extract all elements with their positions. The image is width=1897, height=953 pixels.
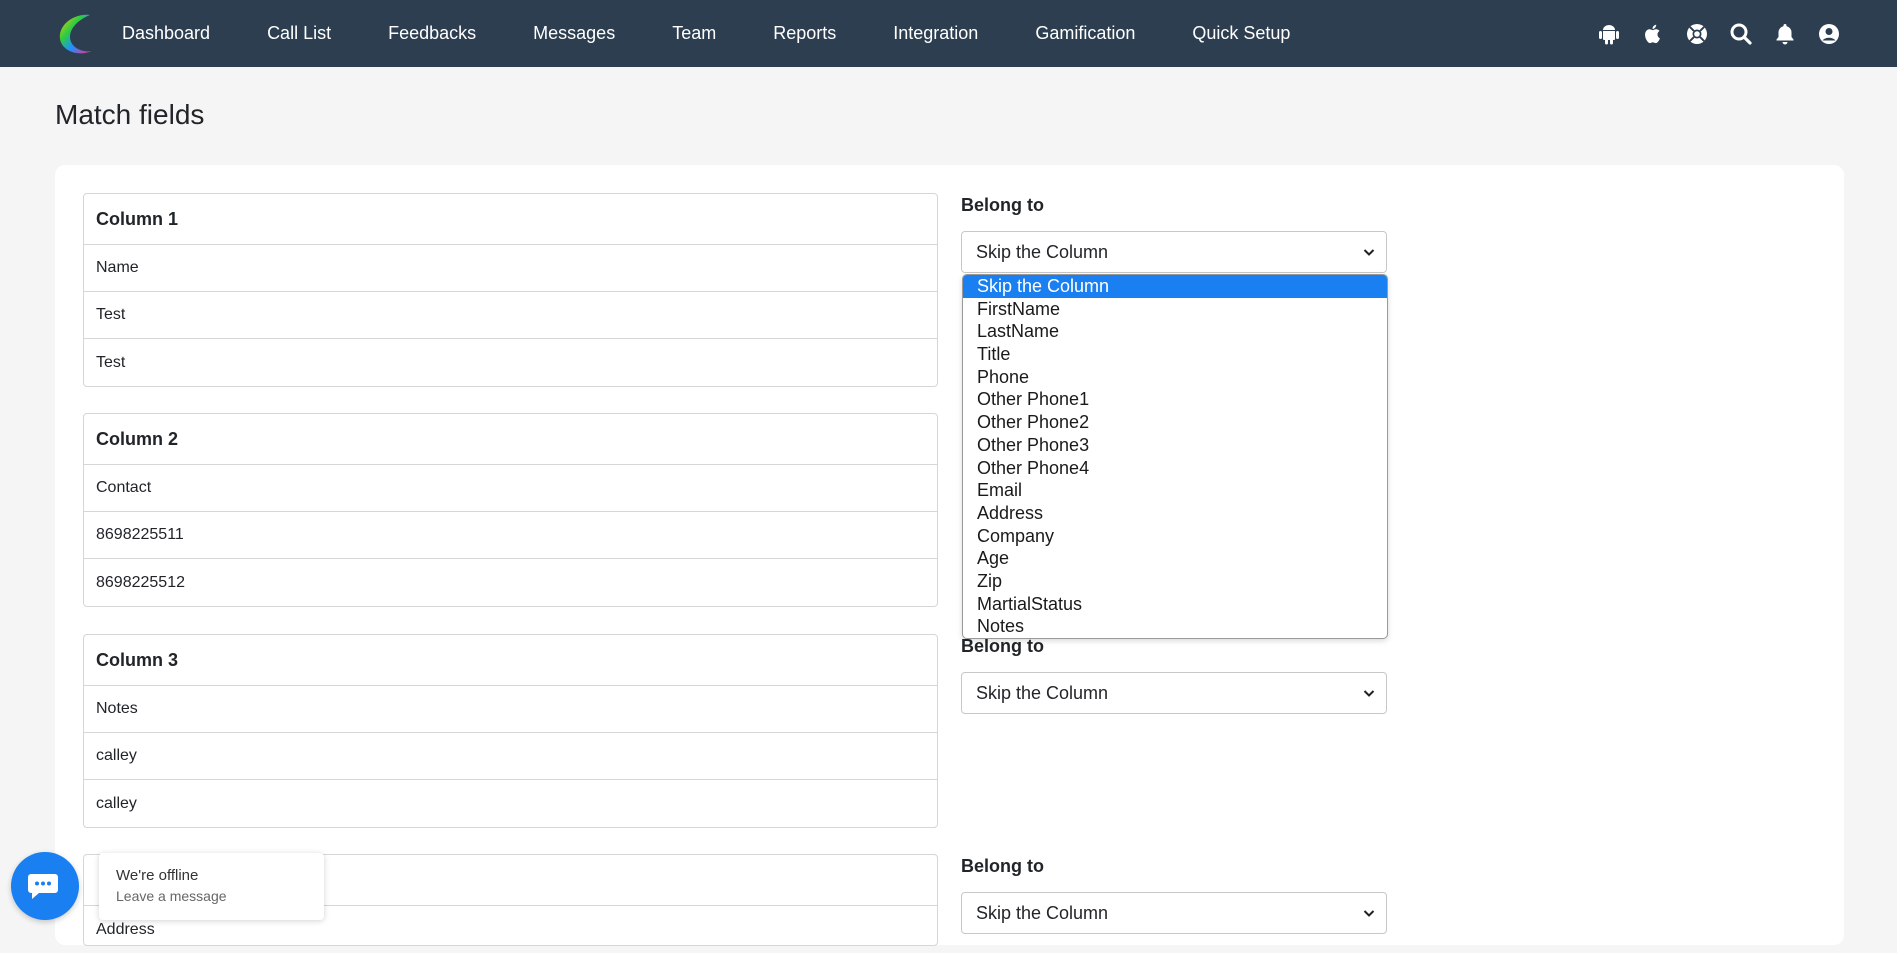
nav-reports[interactable]: Reports bbox=[773, 23, 836, 44]
dropdown-option[interactable]: Other Phone4 bbox=[963, 457, 1387, 480]
select-value: Skip the Column bbox=[976, 241, 1109, 262]
column-3-table: Column 3 Notes calley calley bbox=[83, 634, 938, 828]
belong-to-label: Belong to bbox=[961, 856, 1044, 876]
chat-status: We're offline bbox=[116, 867, 199, 884]
dropdown-option[interactable]: Other Phone1 bbox=[963, 388, 1387, 411]
dropdown-option[interactable]: Other Phone2 bbox=[963, 411, 1387, 434]
app-logo[interactable] bbox=[52, 9, 102, 59]
page-title: Match fields bbox=[55, 99, 205, 130]
column-2-table: Column 2 Contact 8698225511 8698225512 bbox=[83, 413, 938, 607]
table-row: 8698225511 bbox=[84, 512, 937, 559]
nav-quick-setup[interactable]: Quick Setup bbox=[1192, 23, 1290, 44]
dropdown-option[interactable]: Phone bbox=[963, 366, 1387, 389]
table-row: Test bbox=[96, 353, 126, 371]
nav-call-list[interactable]: Call List bbox=[267, 23, 331, 44]
dropdown-option[interactable]: Other Phone3 bbox=[963, 434, 1387, 457]
chat-launcher-button[interactable] bbox=[11, 852, 79, 920]
nav-team[interactable]: Team bbox=[672, 23, 716, 44]
belong-to-select-3[interactable]: Skip the Column bbox=[961, 672, 1387, 714]
column-1-table: Column 1 Name Test Test bbox=[83, 193, 938, 387]
dropdown-option[interactable]: Email bbox=[963, 479, 1387, 502]
table-row: Name bbox=[84, 245, 937, 292]
chevron-down-icon bbox=[1363, 690, 1375, 697]
table-row: 8698225512 bbox=[96, 573, 185, 591]
user-icon[interactable] bbox=[1815, 20, 1843, 48]
chat-icon bbox=[28, 874, 58, 899]
belong-to-select-4[interactable]: Skip the Column bbox=[961, 892, 1387, 934]
bell-icon[interactable] bbox=[1771, 20, 1799, 48]
chat-offline-bubble[interactable]: We're offline Leave a message bbox=[99, 853, 324, 920]
belong-to-dropdown-list: Skip the Column FirstName LastName Title… bbox=[962, 274, 1388, 639]
top-navbar: Dashboard Call List Feedbacks Messages T… bbox=[0, 0, 1897, 67]
table-row: Contact bbox=[84, 465, 937, 512]
dropdown-option[interactable]: Notes bbox=[963, 615, 1387, 638]
nav-feedbacks[interactable]: Feedbacks bbox=[388, 23, 476, 44]
chat-leave-message: Leave a message bbox=[116, 888, 227, 904]
nav-dashboard[interactable]: Dashboard bbox=[122, 23, 210, 44]
table-row: Test bbox=[84, 292, 937, 339]
select-value: Skip the Column bbox=[976, 682, 1109, 703]
support-icon[interactable] bbox=[1683, 20, 1711, 48]
dropdown-option[interactable]: Address bbox=[963, 502, 1387, 525]
column-header: Column 3 bbox=[84, 635, 937, 686]
select-value: Skip the Column bbox=[976, 902, 1109, 923]
belong-to-label: Belong to bbox=[961, 636, 1044, 656]
dropdown-option[interactable]: Zip bbox=[963, 570, 1387, 593]
belong-to-label: Belong to bbox=[961, 195, 1044, 215]
dropdown-option[interactable]: Company bbox=[963, 525, 1387, 548]
dropdown-option[interactable]: Age bbox=[963, 547, 1387, 570]
nav-gamification[interactable]: Gamification bbox=[1035, 23, 1135, 44]
dropdown-option[interactable]: Title bbox=[963, 343, 1387, 366]
dropdown-option[interactable]: LastName bbox=[963, 320, 1387, 343]
table-row: Notes bbox=[84, 686, 937, 733]
table-row: calley bbox=[96, 794, 137, 812]
dropdown-option[interactable]: Skip the Column bbox=[963, 275, 1387, 298]
android-icon[interactable] bbox=[1595, 20, 1623, 48]
column-header: Column 2 bbox=[84, 414, 937, 465]
chevron-down-icon bbox=[1363, 249, 1375, 256]
column-header: Column 1 bbox=[84, 194, 937, 245]
apple-icon[interactable] bbox=[1639, 20, 1667, 48]
chevron-down-icon bbox=[1363, 910, 1375, 917]
nav-messages[interactable]: Messages bbox=[533, 23, 615, 44]
dropdown-option[interactable]: FirstName bbox=[963, 298, 1387, 321]
belong-to-select-1[interactable]: Skip the Column bbox=[961, 231, 1387, 273]
dropdown-option[interactable]: MartialStatus bbox=[963, 593, 1387, 616]
search-icon[interactable] bbox=[1727, 20, 1755, 48]
nav-integration[interactable]: Integration bbox=[893, 23, 978, 44]
table-row: calley bbox=[84, 733, 937, 780]
